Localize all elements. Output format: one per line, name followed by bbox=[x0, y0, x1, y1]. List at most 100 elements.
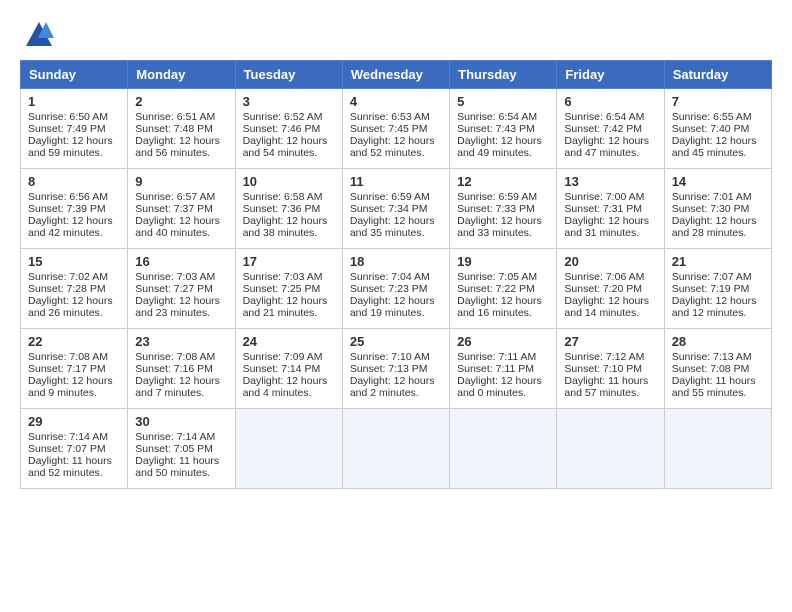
day-number: 9 bbox=[135, 174, 227, 189]
daylight-text: Daylight: 12 hours and 52 minutes. bbox=[350, 135, 435, 159]
sunset-text: Sunset: 7:37 PM bbox=[135, 203, 213, 215]
day-number: 3 bbox=[243, 94, 335, 109]
sunset-text: Sunset: 7:27 PM bbox=[135, 283, 213, 295]
calendar-empty bbox=[342, 409, 449, 489]
day-number: 8 bbox=[28, 174, 120, 189]
weekday-header-monday: Monday bbox=[128, 61, 235, 89]
day-number: 17 bbox=[243, 254, 335, 269]
sunset-text: Sunset: 7:25 PM bbox=[243, 283, 321, 295]
calendar-day-1: 1 Sunrise: 6:50 AM Sunset: 7:49 PM Dayli… bbox=[21, 89, 128, 169]
calendar-day-23: 23 Sunrise: 7:08 AM Sunset: 7:16 PM Dayl… bbox=[128, 329, 235, 409]
weekday-header-friday: Friday bbox=[557, 61, 664, 89]
sunrise-text: Sunrise: 6:55 AM bbox=[672, 111, 752, 123]
day-number: 10 bbox=[243, 174, 335, 189]
calendar-day-3: 3 Sunrise: 6:52 AM Sunset: 7:46 PM Dayli… bbox=[235, 89, 342, 169]
calendar-day-24: 24 Sunrise: 7:09 AM Sunset: 7:14 PM Dayl… bbox=[235, 329, 342, 409]
daylight-text: Daylight: 12 hours and 59 minutes. bbox=[28, 135, 113, 159]
day-number: 29 bbox=[28, 414, 120, 429]
daylight-text: Daylight: 11 hours and 50 minutes. bbox=[135, 455, 219, 479]
calendar-day-22: 22 Sunrise: 7:08 AM Sunset: 7:17 PM Dayl… bbox=[21, 329, 128, 409]
sunset-text: Sunset: 7:10 PM bbox=[564, 363, 642, 375]
weekday-header-row: SundayMondayTuesdayWednesdayThursdayFrid… bbox=[21, 61, 772, 89]
calendar-day-10: 10 Sunrise: 6:58 AM Sunset: 7:36 PM Dayl… bbox=[235, 169, 342, 249]
sunset-text: Sunset: 7:42 PM bbox=[564, 123, 642, 135]
calendar-empty bbox=[235, 409, 342, 489]
day-number: 22 bbox=[28, 334, 120, 349]
sunrise-text: Sunrise: 6:52 AM bbox=[243, 111, 323, 123]
day-number: 5 bbox=[457, 94, 549, 109]
sunrise-text: Sunrise: 7:14 AM bbox=[28, 431, 108, 443]
sunset-text: Sunset: 7:20 PM bbox=[564, 283, 642, 295]
sunrise-text: Sunrise: 7:09 AM bbox=[243, 351, 323, 363]
daylight-text: Daylight: 11 hours and 52 minutes. bbox=[28, 455, 112, 479]
weekday-header-wednesday: Wednesday bbox=[342, 61, 449, 89]
sunset-text: Sunset: 7:13 PM bbox=[350, 363, 428, 375]
sunset-text: Sunset: 7:07 PM bbox=[28, 443, 106, 455]
daylight-text: Daylight: 12 hours and 35 minutes. bbox=[350, 215, 435, 239]
calendar-day-26: 26 Sunrise: 7:11 AM Sunset: 7:11 PM Dayl… bbox=[450, 329, 557, 409]
sunset-text: Sunset: 7:19 PM bbox=[672, 283, 750, 295]
day-number: 24 bbox=[243, 334, 335, 349]
daylight-text: Daylight: 12 hours and 42 minutes. bbox=[28, 215, 113, 239]
sunset-text: Sunset: 7:39 PM bbox=[28, 203, 106, 215]
daylight-text: Daylight: 12 hours and 49 minutes. bbox=[457, 135, 542, 159]
daylight-text: Daylight: 12 hours and 54 minutes. bbox=[243, 135, 328, 159]
calendar-day-20: 20 Sunrise: 7:06 AM Sunset: 7:20 PM Dayl… bbox=[557, 249, 664, 329]
sunrise-text: Sunrise: 6:58 AM bbox=[243, 191, 323, 203]
daylight-text: Daylight: 12 hours and 2 minutes. bbox=[350, 375, 435, 399]
calendar-day-30: 30 Sunrise: 7:14 AM Sunset: 7:05 PM Dayl… bbox=[128, 409, 235, 489]
day-number: 16 bbox=[135, 254, 227, 269]
daylight-text: Daylight: 12 hours and 0 minutes. bbox=[457, 375, 542, 399]
daylight-text: Daylight: 12 hours and 14 minutes. bbox=[564, 295, 649, 319]
calendar-empty bbox=[450, 409, 557, 489]
weekday-header-sunday: Sunday bbox=[21, 61, 128, 89]
sunset-text: Sunset: 7:43 PM bbox=[457, 123, 535, 135]
day-number: 7 bbox=[672, 94, 764, 109]
day-number: 19 bbox=[457, 254, 549, 269]
calendar-empty bbox=[557, 409, 664, 489]
calendar-day-28: 28 Sunrise: 7:13 AM Sunset: 7:08 PM Dayl… bbox=[664, 329, 771, 409]
calendar-day-17: 17 Sunrise: 7:03 AM Sunset: 7:25 PM Dayl… bbox=[235, 249, 342, 329]
daylight-text: Daylight: 12 hours and 4 minutes. bbox=[243, 375, 328, 399]
sunrise-text: Sunrise: 6:56 AM bbox=[28, 191, 108, 203]
day-number: 28 bbox=[672, 334, 764, 349]
daylight-text: Daylight: 12 hours and 45 minutes. bbox=[672, 135, 757, 159]
sunrise-text: Sunrise: 7:00 AM bbox=[564, 191, 644, 203]
sunrise-text: Sunrise: 7:03 AM bbox=[135, 271, 215, 283]
sunrise-text: Sunrise: 7:04 AM bbox=[350, 271, 430, 283]
day-number: 15 bbox=[28, 254, 120, 269]
day-number: 14 bbox=[672, 174, 764, 189]
sunset-text: Sunset: 7:45 PM bbox=[350, 123, 428, 135]
logo bbox=[20, 20, 54, 50]
sunrise-text: Sunrise: 6:59 AM bbox=[350, 191, 430, 203]
calendar-day-18: 18 Sunrise: 7:04 AM Sunset: 7:23 PM Dayl… bbox=[342, 249, 449, 329]
day-number: 6 bbox=[564, 94, 656, 109]
weekday-header-thursday: Thursday bbox=[450, 61, 557, 89]
calendar-day-8: 8 Sunrise: 6:56 AM Sunset: 7:39 PM Dayli… bbox=[21, 169, 128, 249]
page-header bbox=[20, 20, 772, 50]
sunset-text: Sunset: 7:40 PM bbox=[672, 123, 750, 135]
sunrise-text: Sunrise: 7:11 AM bbox=[457, 351, 536, 363]
day-number: 11 bbox=[350, 174, 442, 189]
sunset-text: Sunset: 7:23 PM bbox=[350, 283, 428, 295]
sunrise-text: Sunrise: 7:13 AM bbox=[672, 351, 752, 363]
calendar-day-12: 12 Sunrise: 6:59 AM Sunset: 7:33 PM Dayl… bbox=[450, 169, 557, 249]
sunrise-text: Sunrise: 6:57 AM bbox=[135, 191, 215, 203]
sunset-text: Sunset: 7:46 PM bbox=[243, 123, 321, 135]
calendar-day-5: 5 Sunrise: 6:54 AM Sunset: 7:43 PM Dayli… bbox=[450, 89, 557, 169]
day-number: 1 bbox=[28, 94, 120, 109]
calendar-day-11: 11 Sunrise: 6:59 AM Sunset: 7:34 PM Dayl… bbox=[342, 169, 449, 249]
day-number: 27 bbox=[564, 334, 656, 349]
calendar-week-3: 15 Sunrise: 7:02 AM Sunset: 7:28 PM Dayl… bbox=[21, 249, 772, 329]
daylight-text: Daylight: 12 hours and 47 minutes. bbox=[564, 135, 649, 159]
calendar-week-4: 22 Sunrise: 7:08 AM Sunset: 7:17 PM Dayl… bbox=[21, 329, 772, 409]
daylight-text: Daylight: 12 hours and 38 minutes. bbox=[243, 215, 328, 239]
sunset-text: Sunset: 7:48 PM bbox=[135, 123, 213, 135]
calendar-week-5: 29 Sunrise: 7:14 AM Sunset: 7:07 PM Dayl… bbox=[21, 409, 772, 489]
sunset-text: Sunset: 7:30 PM bbox=[672, 203, 750, 215]
sunset-text: Sunset: 7:33 PM bbox=[457, 203, 535, 215]
day-number: 2 bbox=[135, 94, 227, 109]
sunrise-text: Sunrise: 6:53 AM bbox=[350, 111, 430, 123]
sunrise-text: Sunrise: 7:10 AM bbox=[350, 351, 430, 363]
sunset-text: Sunset: 7:14 PM bbox=[243, 363, 321, 375]
